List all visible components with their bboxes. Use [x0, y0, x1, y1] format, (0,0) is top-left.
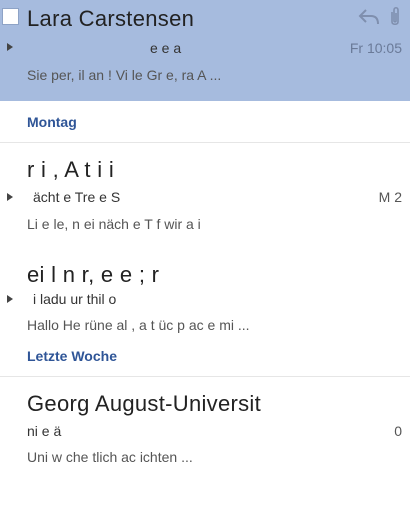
mail-preview: Li e le, n ei näch e T f wir a i — [27, 216, 201, 232]
group-header-letzte-woche: Letzte Woche — [0, 335, 410, 377]
mail-subject: ächt e Tre e S — [33, 189, 121, 205]
expand-arrow-icon[interactable] — [7, 295, 13, 303]
mail-preview: Hallo He rüne al , a t üc p ac e mi ... — [27, 317, 250, 333]
mail-sender: ei l n r, e e ; r — [27, 262, 160, 287]
mail-item[interactable]: r i , A t i i ächt e Tre e S M 2 Li e le… — [0, 143, 410, 250]
mail-subject: ni e ä — [27, 423, 62, 439]
mail-time: M 2 — [378, 189, 402, 205]
expand-arrow-icon[interactable] — [7, 193, 13, 201]
mail-list: Lara Carstensen e e a Fr 10:05 Sie per, … — [0, 0, 410, 477]
mail-time: 0 — [394, 423, 402, 439]
mail-sender: Georg August-Universit — [27, 391, 262, 416]
mail-preview: Sie per, il an ! Vi le Gr e, ra A ... — [27, 67, 222, 83]
reply-icon[interactable] — [358, 7, 380, 27]
mail-item[interactable]: ei l n r, e e ; r i ladu ur thil o Hallo… — [0, 250, 410, 335]
mail-time: Fr 10:05 — [349, 40, 402, 56]
group-header-montag: Montag — [0, 101, 410, 143]
expand-arrow-icon[interactable] — [7, 43, 13, 51]
mail-actions — [358, 6, 402, 28]
mail-subject: i ladu ur thil o — [33, 291, 117, 307]
group-label: Letzte Woche — [27, 348, 117, 364]
mail-subject: e e a — [150, 40, 182, 56]
group-label: Montag — [27, 114, 77, 130]
mail-preview: Uni w che tlich ac ichten ... — [27, 449, 193, 465]
mail-item[interactable]: Georg August-Universit ni e ä 0 Uni w ch… — [0, 377, 410, 477]
paperclip-icon — [388, 6, 402, 28]
mail-sender: Lara Carstensen — [27, 6, 195, 31]
mail-item-selected[interactable]: Lara Carstensen e e a Fr 10:05 Sie per, … — [0, 0, 410, 101]
mail-sender: r i , A t i i — [27, 157, 115, 182]
select-checkbox[interactable] — [2, 8, 19, 25]
